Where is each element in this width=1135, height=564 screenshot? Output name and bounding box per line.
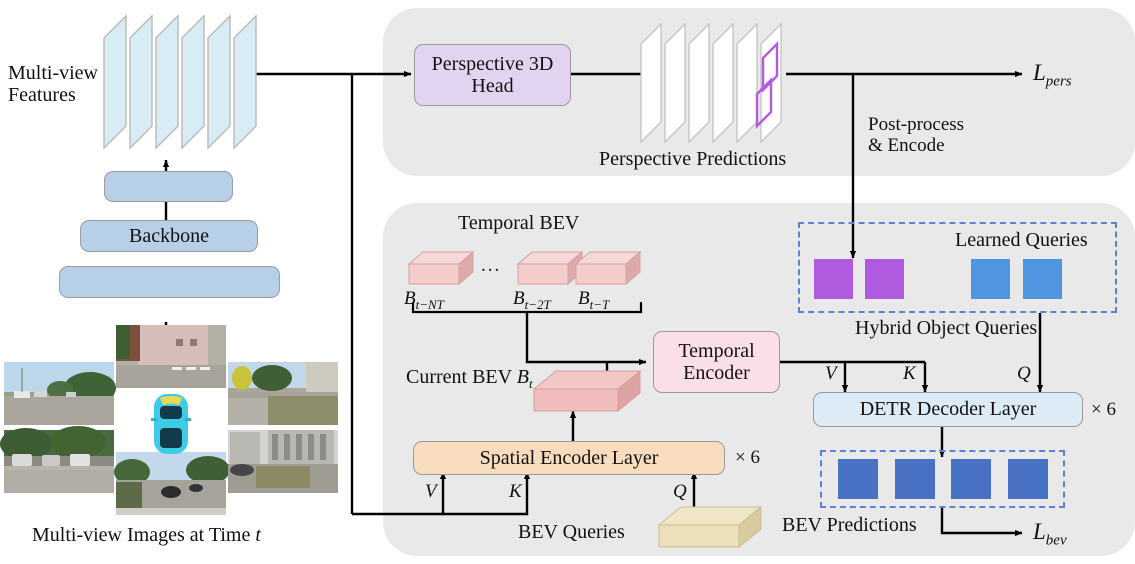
multi-view-features-stack: [103, 8, 259, 154]
loss-pers-base: L: [1033, 60, 1046, 85]
spatial-encoder-repeat-text: × 6: [735, 447, 760, 468]
post-process-label: Post-process & Encode: [868, 114, 964, 157]
temporal-bev-title: Temporal BEV: [458, 212, 579, 234]
spatial-input-k-label: K: [509, 481, 522, 502]
neck-top-box: [104, 171, 233, 202]
multi-view-features-label: Multi-view Features: [8, 62, 98, 107]
perspective-predictions-stack: [640, 18, 791, 144]
camera-view-back: [114, 452, 230, 515]
loss-bev-sub: bev: [1045, 532, 1067, 549]
temporal-bev-sub-0: t−NT: [415, 296, 444, 312]
bev-prediction-0: [838, 459, 878, 499]
temporal-encoder-label-line2: Encoder: [683, 362, 750, 384]
learned-queries-label: Learned Queries: [955, 229, 1088, 251]
learned-query-1: [1023, 259, 1062, 299]
temporal-bev-sub-2: t−T: [589, 296, 610, 312]
perspective-3d-head-box[interactable]: Perspective 3D Head: [414, 44, 571, 106]
camera-view-back-left: [0, 426, 114, 493]
perspective-query-0: [814, 259, 853, 299]
learned-query-0: [971, 259, 1010, 299]
detr-decoder-layer-box[interactable]: DETR Decoder Layer: [813, 392, 1083, 427]
current-bev-sub: t: [528, 376, 533, 391]
spatial-encoder-repeat: × 6: [735, 447, 760, 468]
detr-decoder-repeat-text: × 6: [1091, 399, 1116, 420]
temporal-bev-slab-0: [407, 250, 475, 286]
decoder-input-v-label: V: [825, 363, 837, 384]
neck-bottom-box: [59, 266, 280, 298]
loss-bev-label: Lbev: [1033, 519, 1067, 549]
diagram-canvas: Multi-view Features Backbone Multi-view …: [0, 0, 1135, 564]
current-bev-slab: [532, 369, 642, 421]
multi-view-images-caption-time: t: [255, 524, 261, 546]
bev-prediction-2: [951, 459, 991, 499]
temporal-ellipsis-text: ...: [481, 255, 502, 276]
post-process-label-line2: & Encode: [868, 135, 945, 157]
temporal-bev-base-0: B: [404, 288, 416, 309]
spatial-encoder-layer-box[interactable]: Spatial Encoder Layer: [413, 441, 725, 475]
current-bev-base: B: [516, 366, 529, 388]
temporal-bev-title-text: Temporal BEV: [458, 212, 580, 234]
current-bev-label-text: Current BEV: [406, 366, 517, 388]
bev-prediction-1: [895, 459, 935, 499]
perspective-head-label-line1: Perspective 3D: [431, 52, 554, 75]
temporal-bev-base-1: B: [513, 288, 525, 309]
temporal-bev-label-2: Bt−T: [578, 288, 609, 312]
temporal-bev-slab-2: [574, 250, 642, 286]
hybrid-object-queries-label: Hybrid Object Queries: [855, 317, 1037, 339]
spatial-input-q-text: Q: [673, 481, 687, 502]
multi-view-images-caption: Multi-view Images at Time t: [32, 524, 261, 546]
current-bev-label: Current BEV Bt: [406, 366, 533, 392]
spatial-encoder-label: Spatial Encoder Layer: [479, 446, 659, 469]
decoder-input-v-text: V: [825, 363, 837, 384]
multi-view-images-caption-text: Multi-view Images at Time: [32, 524, 256, 546]
backbone-label: Backbone: [129, 224, 209, 247]
loss-pers-label: Lpers: [1033, 60, 1072, 90]
temporal-bev-label-0: Bt−NT: [404, 288, 444, 312]
perspective-predictions-caption-text: Perspective Predictions: [599, 148, 787, 170]
perspective-head-label-line2: Head: [471, 75, 514, 97]
backbone-box: Backbone: [80, 220, 258, 252]
multi-view-features-label-line2: Features: [8, 84, 76, 107]
decoder-input-q-label: Q: [1017, 363, 1031, 384]
learned-queries-label-text: Learned Queries: [955, 229, 1088, 251]
perspective-query-1: [865, 259, 904, 299]
bev-queries-label-text: BEV Queries: [518, 521, 625, 543]
hybrid-object-queries-label-text: Hybrid Object Queries: [855, 317, 1038, 339]
decoder-input-k-text: K: [903, 363, 916, 384]
camera-view-back-right: [228, 430, 338, 493]
temporal-bev-slab-1: [516, 250, 584, 286]
spatial-input-v-text: V: [425, 481, 437, 502]
multi-view-features-label-line1: Multi-view: [8, 62, 98, 84]
detr-decoder-label: DETR Decoder Layer: [859, 398, 1037, 421]
post-process-label-line1: Post-process: [868, 114, 965, 135]
spatial-input-k-text: K: [509, 481, 522, 502]
detr-decoder-repeat: × 6: [1091, 399, 1116, 420]
bev-queries-block: [657, 505, 763, 555]
camera-view-front: [116, 325, 226, 388]
temporal-bev-label-1: Bt−2T: [513, 288, 551, 312]
camera-view-front-left: [4, 362, 116, 425]
spatial-input-q-label: Q: [673, 481, 687, 502]
decoder-input-q-text: Q: [1017, 363, 1031, 384]
bev-prediction-3: [1008, 459, 1048, 499]
decoder-input-k-label: K: [903, 363, 916, 384]
spatial-input-v-label: V: [425, 481, 437, 502]
bev-predictions-label-text: BEV Predictions: [782, 514, 917, 536]
perspective-predictions-caption: Perspective Predictions: [599, 148, 786, 170]
loss-bev-base: L: [1033, 519, 1046, 544]
temporal-ellipsis: ...: [481, 255, 501, 276]
temporal-bev-sub-1: t−2T: [524, 296, 551, 312]
temporal-encoder-box[interactable]: Temporal Encoder: [653, 331, 780, 393]
temporal-encoder-label-line1: Temporal: [678, 339, 755, 362]
bev-predictions-label: BEV Predictions: [782, 514, 917, 536]
temporal-bev-base-2: B: [578, 288, 590, 309]
ego-vehicle-icon: [150, 392, 192, 456]
camera-view-front-right: [228, 362, 338, 425]
bev-queries-label: BEV Queries: [518, 521, 625, 543]
loss-pers-sub: pers: [1045, 73, 1072, 90]
